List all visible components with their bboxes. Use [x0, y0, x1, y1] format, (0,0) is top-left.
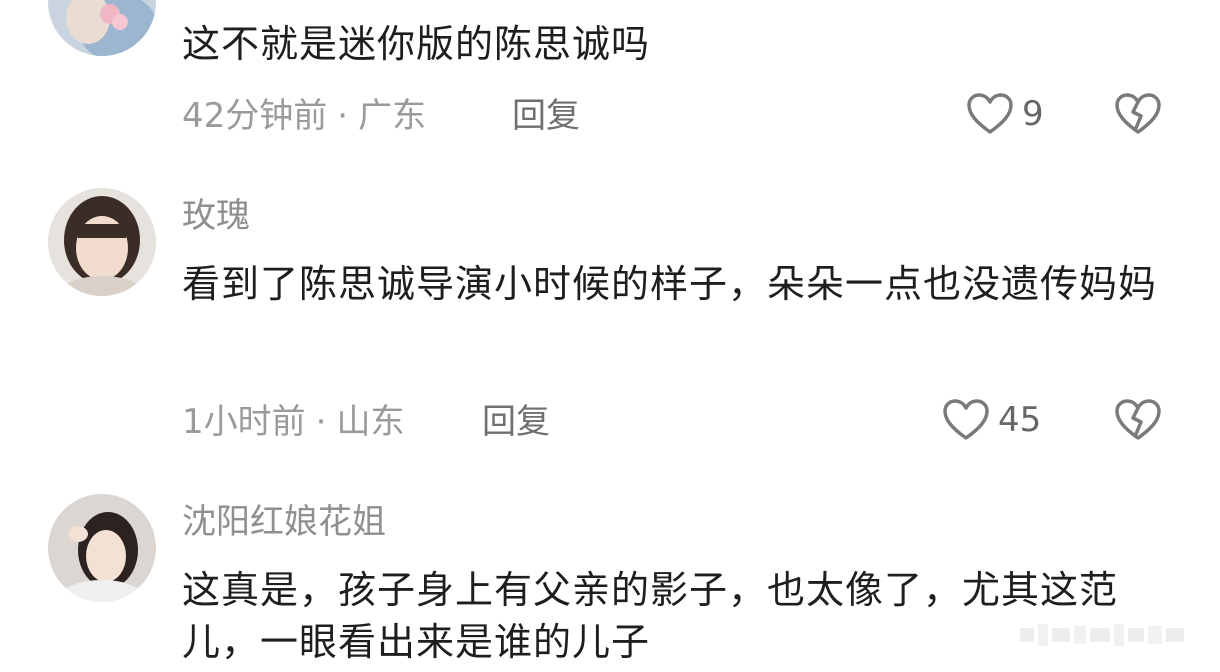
like-button[interactable]: 45 [942, 396, 1041, 444]
dislike-button[interactable] [1114, 398, 1162, 442]
broken-heart-icon [1115, 93, 1161, 134]
avatar[interactable] [48, 0, 156, 56]
comment-text: 看到了陈思诚导演小时候的样子，朵朵一点也没遗传妈妈 [182, 262, 1158, 306]
broken-heart-icon [1115, 399, 1161, 440]
comment-meta: 42分钟前 · 广东 [182, 96, 426, 136]
comment-username[interactable]: 玫瑰 [182, 196, 250, 236]
heart-outline-icon [967, 93, 1013, 134]
comment-text: 这真是，孩子身上有父亲的影子，也太像了，尤其这范儿，一眼看出来是谁的儿子 [182, 568, 1119, 664]
like-count: 9 [1022, 94, 1044, 134]
comment-location: 山东 [336, 402, 405, 442]
dislike-button[interactable] [1114, 92, 1162, 136]
watermark [1020, 620, 1200, 650]
like-count: 45 [998, 400, 1042, 440]
like-button[interactable]: 9 [966, 90, 1044, 138]
comment-time: 42分钟前 [182, 96, 328, 136]
comment-text: 这不就是迷你版的陈思诚吗 [182, 22, 651, 66]
meta-separator: · [337, 96, 349, 136]
avatar[interactable] [48, 188, 156, 296]
comment-location: 广东 [358, 96, 427, 136]
meta-separator: · [315, 402, 327, 442]
comment-username[interactable]: 沈阳红娘花姐 [182, 502, 386, 542]
avatar[interactable] [48, 494, 156, 602]
reply-button[interactable]: 回复 [482, 402, 550, 442]
comment-meta: 1小时前 · 山东 [182, 402, 404, 442]
heart-outline-icon [943, 399, 989, 440]
comment-time: 1小时前 [182, 402, 306, 442]
reply-button[interactable]: 回复 [512, 96, 580, 136]
